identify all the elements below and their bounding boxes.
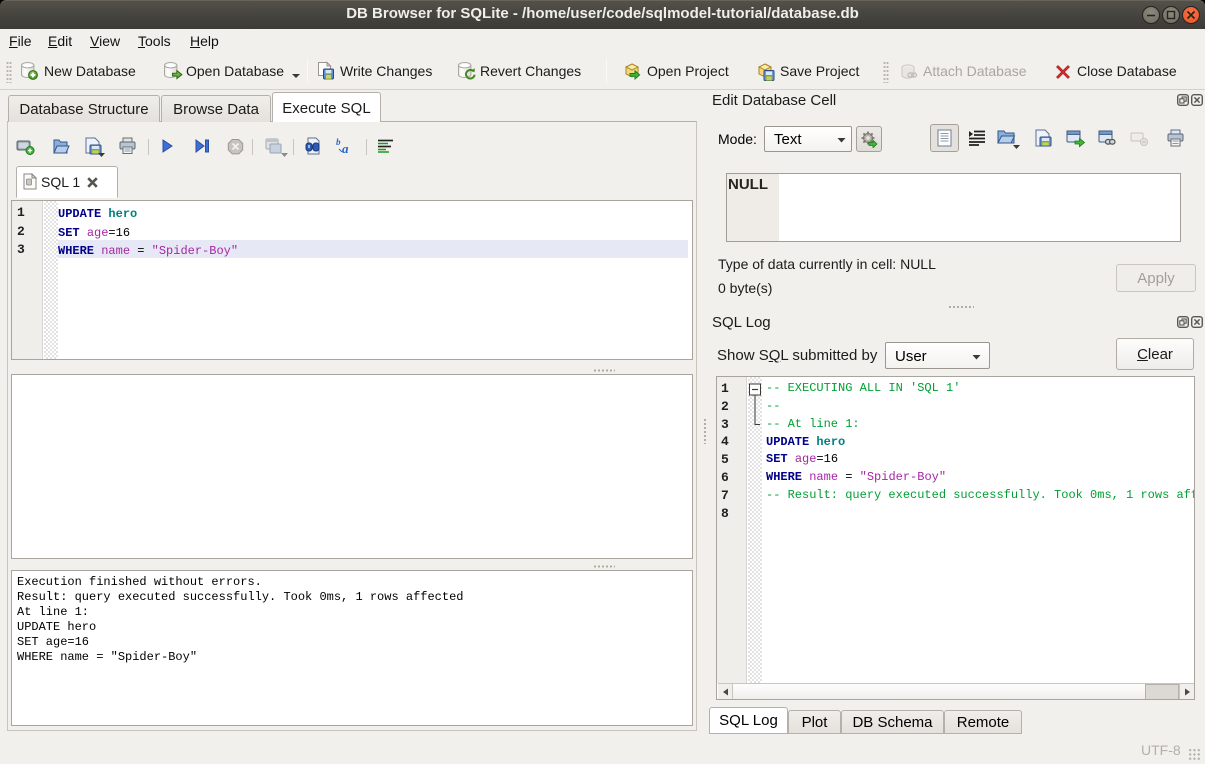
svg-text:b: b <box>336 137 341 147</box>
svg-text:a: a <box>342 141 349 156</box>
